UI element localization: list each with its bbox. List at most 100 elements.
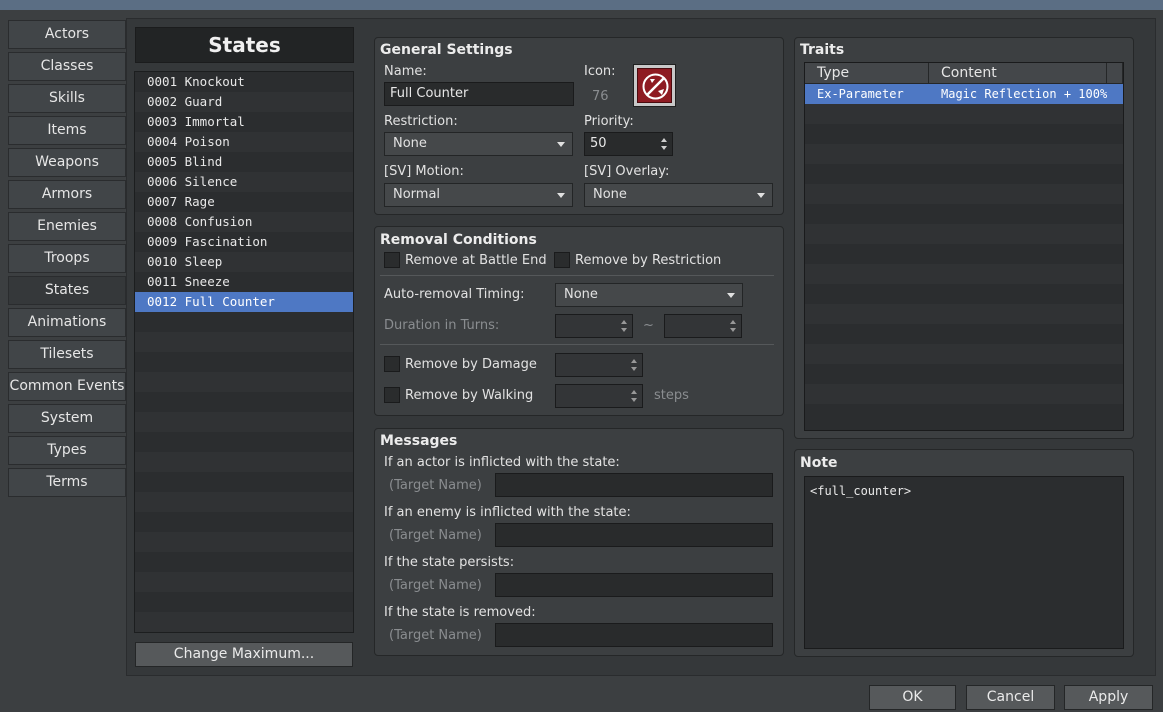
spin-down-icon[interactable]	[730, 328, 736, 332]
table-row[interactable]	[805, 104, 1123, 124]
list-item[interactable]	[135, 612, 353, 632]
states-list[interactable]: 0001 Knockout 0002 Guard 0003 Immortal 0004…	[134, 71, 354, 633]
duration-min-stepper[interactable]	[555, 314, 633, 338]
list-item[interactable]	[135, 412, 353, 432]
tab-types[interactable]: Types	[8, 436, 126, 465]
tab-items[interactable]: Items	[8, 116, 126, 145]
table-row[interactable]	[805, 324, 1123, 344]
list-item[interactable]	[135, 532, 353, 552]
spin-down-icon[interactable]	[621, 328, 627, 332]
ok-button[interactable]: OK	[869, 685, 956, 710]
list-item[interactable]	[135, 552, 353, 572]
tab-weapons[interactable]: Weapons	[8, 148, 126, 177]
auto-removal-timing-select[interactable]: None	[555, 283, 743, 307]
list-item[interactable]	[135, 432, 353, 452]
icon-picker[interactable]	[633, 64, 676, 107]
tab-tilesets[interactable]: Tilesets	[8, 340, 126, 369]
remove-by-restriction-checkbox[interactable]	[554, 252, 570, 268]
tab-system[interactable]: System	[8, 404, 126, 433]
tab-troops[interactable]: Troops	[8, 244, 126, 273]
table-row[interactable]	[805, 364, 1123, 384]
list-item[interactable]: 0008 Confusion	[135, 212, 353, 232]
list-item[interactable]	[135, 352, 353, 372]
list-item[interactable]: 0009 Fascination	[135, 232, 353, 252]
table-row[interactable]	[805, 304, 1123, 324]
priority-label: Priority:	[584, 114, 634, 129]
spin-up-icon[interactable]	[661, 138, 667, 142]
table-row[interactable]	[805, 184, 1123, 204]
table-row[interactable]	[805, 264, 1123, 284]
list-item[interactable]	[135, 372, 353, 392]
spin-up-icon[interactable]	[621, 320, 627, 324]
table-row[interactable]	[805, 144, 1123, 164]
tab-enemies[interactable]: Enemies	[8, 212, 126, 241]
table-row[interactable]	[805, 224, 1123, 244]
motion-select[interactable]: Normal	[384, 183, 573, 207]
apply-button[interactable]: Apply	[1064, 685, 1153, 710]
priority-stepper[interactable]: 50	[584, 132, 673, 156]
list-item[interactable]: 0012 Full Counter	[135, 292, 353, 312]
list-item[interactable]	[135, 472, 353, 492]
spin-down-icon[interactable]	[661, 146, 667, 150]
column-header-type[interactable]: Type	[805, 63, 929, 84]
table-row[interactable]	[805, 204, 1123, 224]
list-item[interactable]: 0005 Blind	[135, 152, 353, 172]
auto-removal-timing-value: None	[564, 287, 598, 302]
note-textarea[interactable]: <full_counter>	[804, 476, 1124, 649]
list-item[interactable]: 0003 Immortal	[135, 112, 353, 132]
tab-states[interactable]: States	[8, 276, 126, 305]
list-item[interactable]	[135, 332, 353, 352]
list-item[interactable]	[135, 312, 353, 332]
tab-skills[interactable]: Skills	[8, 84, 126, 113]
tab-actors[interactable]: Actors	[8, 20, 126, 49]
traits-table[interactable]: Type Content Ex-Parameter Magic Reflectio…	[804, 62, 1124, 431]
list-item[interactable]: 0011 Sneeze	[135, 272, 353, 292]
table-row[interactable]	[805, 244, 1123, 264]
duration-max-stepper[interactable]	[664, 314, 742, 338]
table-row[interactable]	[805, 384, 1123, 404]
list-item[interactable]: 0004 Poison	[135, 132, 353, 152]
table-row[interactable]: Ex-Parameter Magic Reflection + 100%	[805, 84, 1123, 104]
tab-terms[interactable]: Terms	[8, 468, 126, 497]
spin-down-icon[interactable]	[631, 398, 637, 402]
table-row[interactable]	[805, 124, 1123, 144]
remove-by-walking-stepper[interactable]	[555, 384, 643, 408]
list-item[interactable]: 0002 Guard	[135, 92, 353, 112]
tab-armors[interactable]: Armors	[8, 180, 126, 209]
table-row[interactable]	[805, 284, 1123, 304]
list-item[interactable]	[135, 492, 353, 512]
remove-by-walking-checkbox[interactable]	[384, 387, 400, 403]
list-item[interactable]: 0010 Sleep	[135, 252, 353, 272]
overlay-select[interactable]: None	[584, 183, 773, 207]
tab-animations[interactable]: Animations	[8, 308, 126, 337]
remove-by-damage-checkbox[interactable]	[384, 356, 400, 372]
message-field[interactable]	[495, 523, 773, 547]
list-item[interactable]	[135, 592, 353, 612]
list-item[interactable]: 0001 Knockout	[135, 72, 353, 92]
table-row[interactable]	[805, 344, 1123, 364]
message-field[interactable]	[495, 623, 773, 647]
list-item[interactable]	[135, 572, 353, 592]
tab-common-events[interactable]: Common Events	[8, 372, 126, 401]
remove-at-battle-end-checkbox[interactable]	[384, 252, 400, 268]
message-field[interactable]	[495, 473, 773, 497]
table-row[interactable]	[805, 164, 1123, 184]
message-field[interactable]	[495, 573, 773, 597]
restriction-select[interactable]: None	[384, 132, 573, 156]
table-row[interactable]	[805, 404, 1123, 424]
remove-by-damage-stepper[interactable]	[555, 353, 643, 377]
spin-up-icon[interactable]	[631, 359, 637, 363]
list-item[interactable]	[135, 452, 353, 472]
spin-down-icon[interactable]	[631, 367, 637, 371]
list-item[interactable]	[135, 512, 353, 532]
spin-up-icon[interactable]	[730, 320, 736, 324]
list-item[interactable]	[135, 392, 353, 412]
name-field[interactable]: Full Counter	[384, 82, 574, 106]
list-item[interactable]: 0007 Rage	[135, 192, 353, 212]
cancel-button[interactable]: Cancel	[966, 685, 1055, 710]
spin-up-icon[interactable]	[631, 390, 637, 394]
tab-classes[interactable]: Classes	[8, 52, 126, 81]
list-item[interactable]: 0006 Silence	[135, 172, 353, 192]
column-header-content[interactable]: Content	[929, 63, 1107, 84]
change-maximum-button[interactable]: Change Maximum...	[135, 642, 353, 667]
